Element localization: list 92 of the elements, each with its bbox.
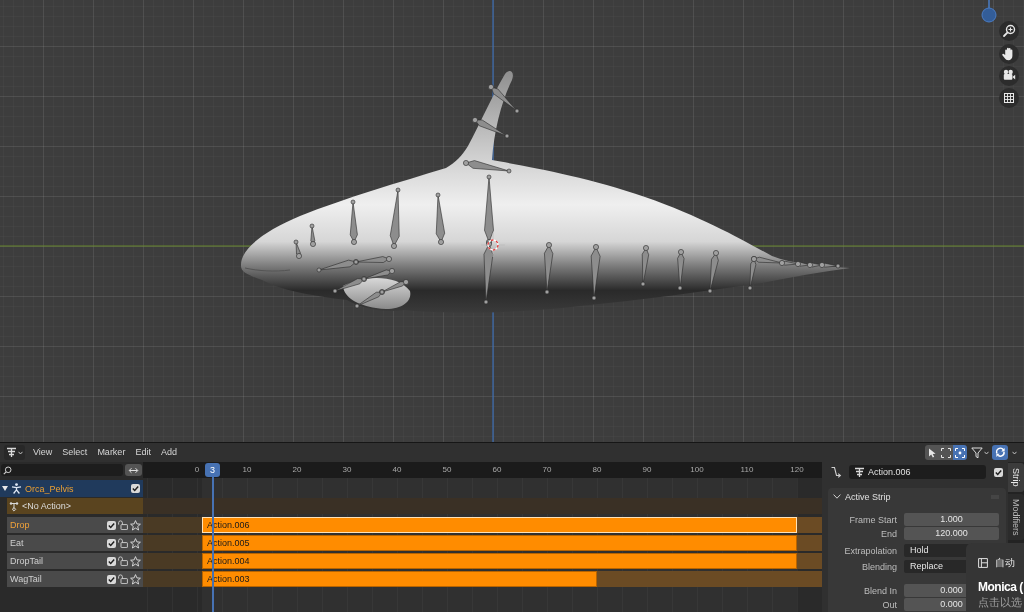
panel-header[interactable]: Active Strip — [828, 488, 1006, 505]
menu-item[interactable]: Marker — [92, 445, 131, 460]
lock-icon[interactable] — [118, 556, 128, 566]
toggle-button[interactable] — [925, 445, 939, 460]
menu-item[interactable]: Add — [155, 445, 182, 460]
bent-arrow-icon — [830, 466, 842, 478]
checkbox[interactable] — [107, 556, 116, 566]
number-field[interactable]: 120.000 — [904, 527, 999, 540]
3d-cursor-icon[interactable] — [480, 232, 506, 258]
lock-icon[interactable] — [118, 538, 128, 548]
action-line-channel[interactable]: <No Action> — [7, 498, 143, 514]
movie-camera-icon[interactable] — [999, 66, 1019, 86]
frame-number: 100 — [690, 464, 704, 476]
object-channel[interactable]: Orca_Pelvis — [0, 480, 143, 497]
keyframe-icon — [9, 500, 19, 512]
frame-number: 40 — [391, 464, 403, 476]
hold-region — [143, 553, 202, 569]
caret-icon — [1012, 450, 1017, 455]
menu-item[interactable]: View — [28, 445, 58, 460]
search-icon — [3, 465, 12, 475]
lock-icon[interactable] — [118, 520, 128, 530]
checkbox[interactable] — [131, 484, 140, 493]
hold-region — [797, 571, 822, 587]
orca-rig-drawing[interactable] — [241, 71, 850, 313]
frame-number: 0 — [193, 464, 201, 476]
frame-number: 120 — [790, 464, 804, 476]
chevron-icon[interactable] — [833, 494, 841, 499]
hold-region — [143, 571, 202, 587]
frame-number: 60 — [491, 464, 503, 476]
double-arrow-icon — [128, 466, 139, 474]
dashed-frame-icon — [941, 447, 951, 458]
grid-icon[interactable] — [999, 88, 1019, 108]
checkbox[interactable] — [107, 574, 116, 584]
field-label: Blending — [860, 561, 897, 572]
field-label: Frame Start — [848, 514, 897, 525]
hold-region — [143, 535, 202, 551]
hold-region — [797, 517, 822, 533]
strip-tree-icon — [6, 447, 17, 458]
loop-arrows-icon — [994, 447, 1006, 458]
caret-icon — [18, 450, 23, 455]
strip-name-field[interactable]: Action.006 — [849, 465, 986, 479]
checkbox[interactable] — [107, 520, 116, 530]
field-label: Blend In — [862, 585, 897, 596]
editor-type-button[interactable] — [4, 445, 25, 460]
lock-icon[interactable] — [118, 574, 128, 584]
number-field[interactable]: 1.000 — [904, 513, 999, 526]
expand-triangle-icon[interactable] — [2, 486, 8, 491]
snap-toggle-button[interactable] — [992, 445, 1008, 460]
current-frame-indicator[interactable]: 3 — [205, 463, 220, 477]
strip-tree-icon — [854, 466, 865, 478]
dotted-frame-icon — [955, 447, 965, 458]
field-label: End — [880, 528, 897, 539]
track-channel[interactable]: WagTail — [7, 571, 143, 587]
track-channel[interactable]: Eat — [7, 535, 143, 551]
toggle-button[interactable] — [939, 445, 953, 460]
track-channel[interactable]: Drop — [7, 517, 143, 533]
caret-icon — [984, 450, 989, 455]
star-icon[interactable] — [130, 519, 141, 531]
sidebar-tab[interactable]: Strip — [1008, 463, 1024, 492]
frame-number: 50 — [441, 464, 453, 476]
frame-number: 20 — [291, 464, 303, 476]
frame-number: 80 — [591, 464, 603, 476]
frame-number: 90 — [641, 464, 653, 476]
star-icon[interactable] — [130, 573, 141, 585]
hand-icon[interactable] — [999, 44, 1019, 64]
channel-search-field[interactable] — [1, 464, 123, 476]
star-icon[interactable] — [130, 537, 141, 549]
menu-item[interactable]: Edit — [130, 445, 156, 460]
funnel-icon — [971, 446, 983, 459]
frame-number: 70 — [541, 464, 553, 476]
field-label: Extrapolation — [843, 545, 897, 556]
hold-region — [143, 517, 202, 533]
checkbox[interactable] — [107, 538, 116, 548]
frame-number: 110 — [740, 464, 754, 476]
panel-layout-icon — [978, 558, 988, 568]
star-icon[interactable] — [130, 555, 141, 567]
frame-number: 10 — [241, 464, 253, 476]
arrow-cursor-icon — [927, 447, 937, 458]
checkbox[interactable] — [994, 467, 1003, 477]
arrows-toggle-button[interactable] — [125, 464, 142, 476]
menu-item[interactable]: Select — [57, 445, 93, 460]
field-label: Out — [881, 599, 897, 610]
hold-region — [797, 535, 822, 551]
filter-dropdown[interactable] — [970, 445, 990, 460]
stick-figure-icon — [11, 483, 22, 494]
hold-region — [797, 553, 822, 569]
track-channel[interactable]: DropTail — [7, 553, 143, 569]
toggle-button[interactable] — [953, 445, 967, 460]
zoom-icon[interactable] — [999, 21, 1019, 41]
frame-number: 30 — [341, 464, 353, 476]
sidebar-tab[interactable]: Modifiers — [1008, 493, 1024, 541]
3d-viewport[interactable] — [0, 0, 1024, 442]
